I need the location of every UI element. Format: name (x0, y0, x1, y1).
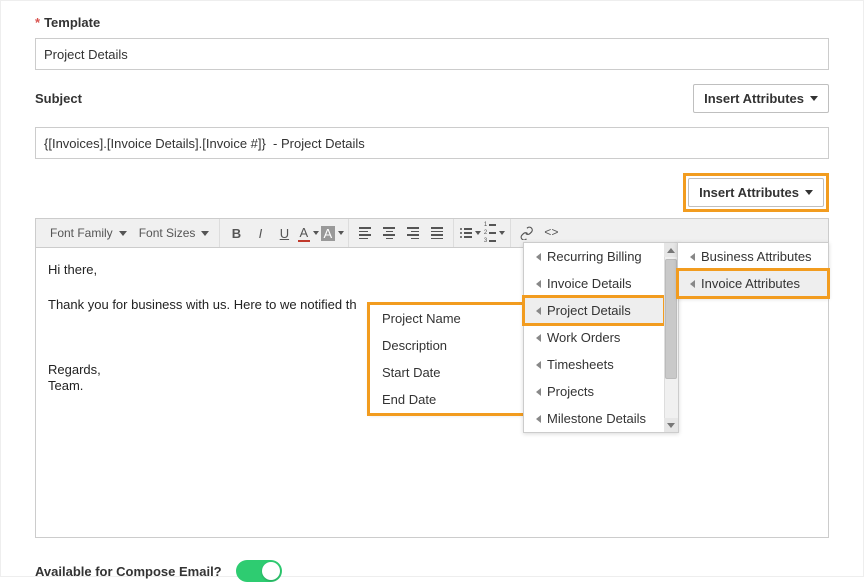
menu-item-description[interactable]: Description (370, 332, 524, 359)
attributes-menu-top: Business Attributes Invoice Attributes (677, 242, 829, 298)
body-insert-attributes-highlight: Insert Attributes (683, 173, 829, 212)
attributes-menu-mid: Recurring Billing Invoice Details Projec… (523, 242, 679, 433)
align-left-icon[interactable] (353, 222, 377, 244)
body-insert-attributes-button[interactable]: Insert Attributes (688, 178, 824, 207)
menu-item-business-attributes[interactable]: Business Attributes (678, 243, 828, 270)
editor-regards2: Team. (48, 378, 83, 393)
bullet-list-icon[interactable] (458, 222, 482, 244)
menu-item-timesheets[interactable]: Timesheets (524, 351, 664, 378)
menu-item-project-details[interactable]: Project Details (524, 297, 664, 324)
menu-item-work-orders[interactable]: Work Orders (524, 324, 664, 351)
align-justify-icon[interactable] (425, 222, 449, 244)
menu-item-milestone-details[interactable]: Milestone Details (524, 405, 664, 432)
chevron-left-icon (536, 361, 541, 369)
chevron-left-icon (536, 280, 541, 288)
compose-email-label: Available for Compose Email? (35, 564, 222, 579)
menu-scrollbar[interactable] (664, 243, 678, 432)
chevron-down-icon (805, 190, 813, 195)
italic-icon[interactable]: I (248, 222, 272, 244)
font-family-dropdown[interactable]: Font Family (44, 226, 133, 240)
menu-item-project-name[interactable]: Project Name (370, 305, 524, 332)
align-right-icon[interactable] (401, 222, 425, 244)
chevron-left-icon (536, 388, 541, 396)
background-color-icon[interactable]: A (320, 222, 344, 244)
subject-label: Subject (35, 91, 82, 106)
align-center-icon[interactable] (377, 222, 401, 244)
template-label: *Template (35, 15, 829, 30)
chevron-left-icon (536, 253, 541, 261)
toggle-knob (262, 562, 280, 580)
text-color-icon[interactable]: A (296, 222, 320, 244)
font-size-dropdown[interactable]: Font Sizes (133, 226, 216, 240)
menu-item-invoice-attributes[interactable]: Invoice Attributes (678, 270, 828, 297)
menu-item-projects[interactable]: Projects (524, 378, 664, 405)
subject-insert-attributes-button[interactable]: Insert Attributes (693, 84, 829, 113)
compose-email-toggle[interactable] (236, 560, 282, 582)
chevron-left-icon (536, 307, 541, 315)
menu-item-invoice-details[interactable]: Invoice Details (524, 270, 664, 297)
chevron-left-icon (536, 334, 541, 342)
chevron-left-icon (536, 415, 541, 423)
editor-regards1: Regards, (48, 362, 101, 377)
link-icon[interactable] (515, 222, 539, 244)
underline-icon[interactable]: U (272, 222, 296, 244)
chevron-left-icon (690, 253, 695, 261)
template-input[interactable] (35, 38, 829, 70)
menu-item-end-date[interactable]: End Date (370, 386, 524, 413)
number-list-icon[interactable]: 123 (482, 222, 506, 244)
chevron-left-icon (690, 280, 695, 288)
menu-item-recurring-billing[interactable]: Recurring Billing (524, 243, 664, 270)
chevron-down-icon (810, 96, 818, 101)
menu-item-start-date[interactable]: Start Date (370, 359, 524, 386)
subject-input[interactable] (35, 127, 829, 159)
bold-icon[interactable]: B (224, 222, 248, 244)
code-icon[interactable]: <> (539, 222, 563, 244)
attributes-menu-sub: Project Name Description Start Date End … (369, 304, 525, 414)
